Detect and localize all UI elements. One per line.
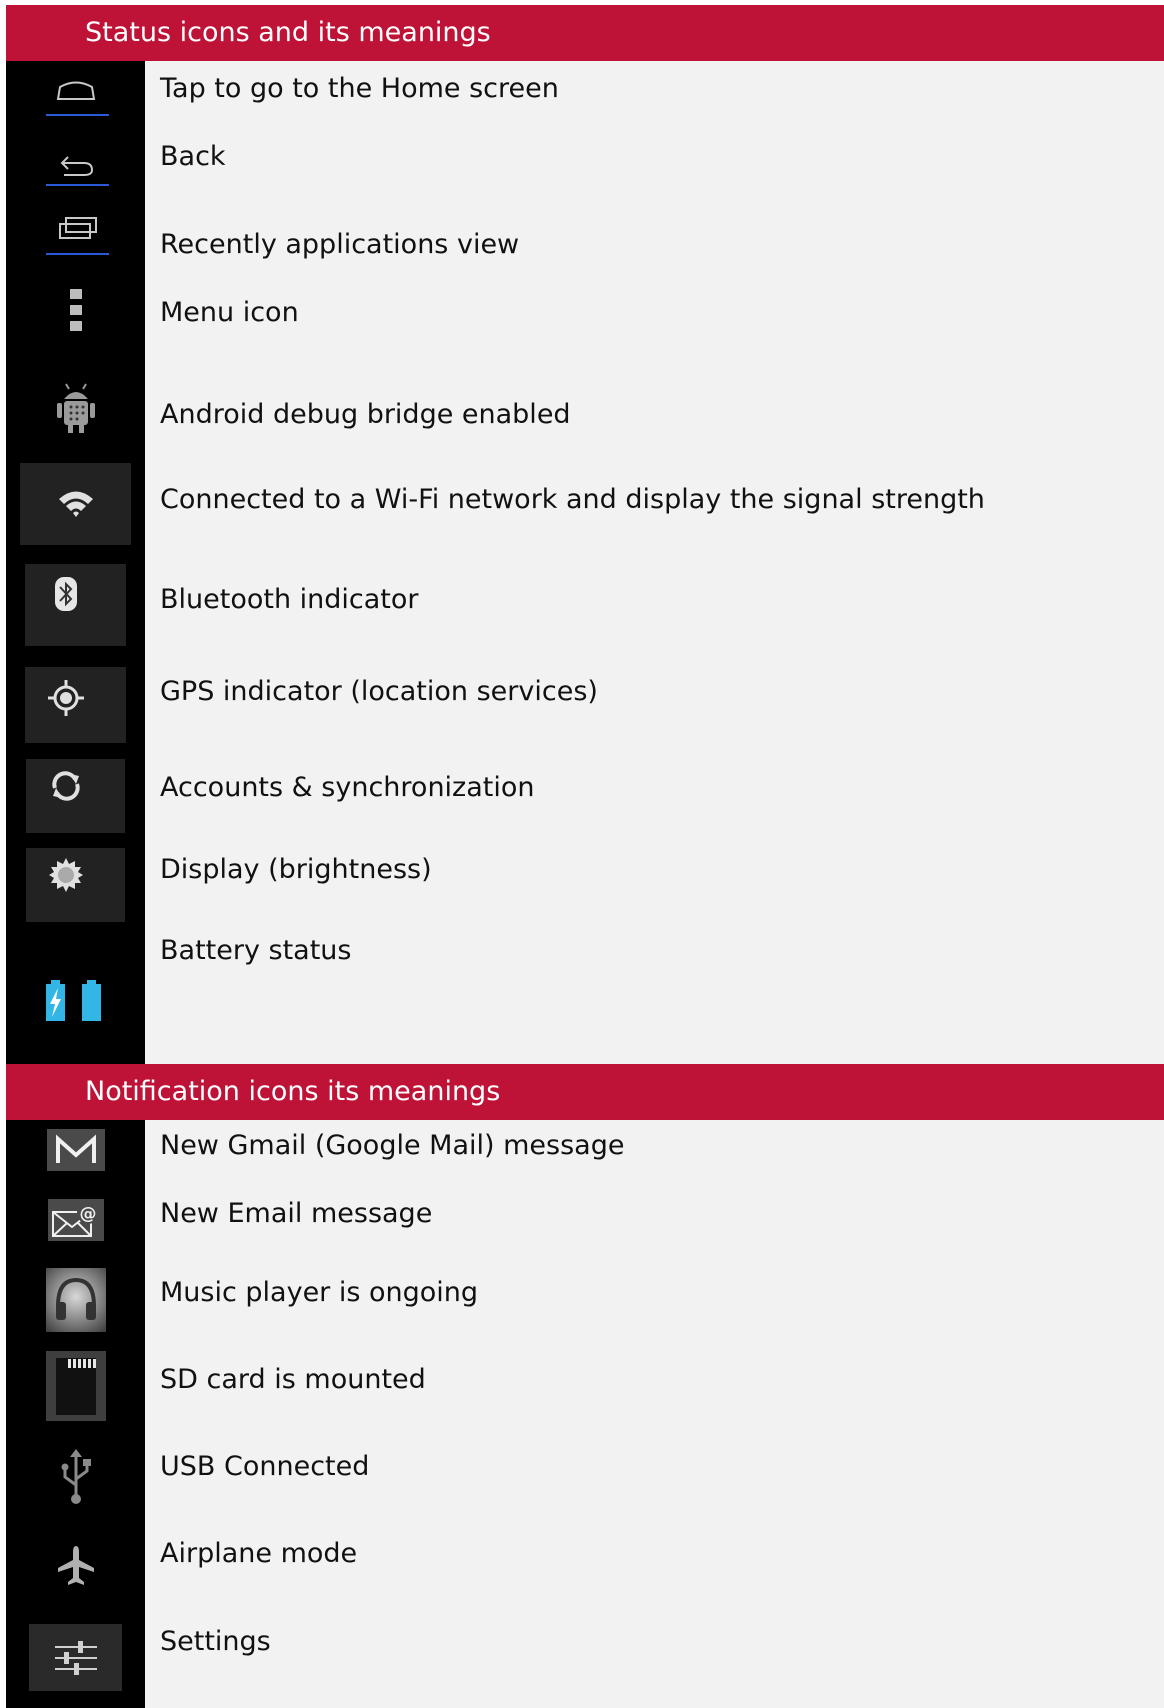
document-page: Status icons and its meanings Tap to go … (6, 5, 1164, 1708)
notification-row-settings: Settings (6, 1607, 1164, 1708)
notification-row-airplane: Airplane mode (6, 1522, 1164, 1607)
notification-section-title: Notification icons its meanings (6, 1064, 1164, 1120)
status-row-battery: Battery status (6, 931, 1164, 1064)
email-icon: @ (47, 1199, 104, 1241)
gmail-icon (46, 1129, 105, 1171)
notification-label-email: New Email message (160, 1198, 433, 1229)
status-row-bluetooth: Bluetooth indicator (6, 554, 1164, 656)
svg-text:@: @ (79, 1204, 96, 1224)
notification-label-music: Music player is ongoing (160, 1277, 479, 1308)
status-row-android-debug: Android debug bridge enabled (6, 363, 1164, 454)
notification-label-usb: USB Connected (160, 1451, 370, 1482)
bluetooth-icon (54, 577, 77, 611)
notification-row-sd-card: SD card is mounted (6, 1340, 1164, 1432)
notification-row-usb: USB Connected (6, 1432, 1164, 1522)
status-label-sync: Accounts & synchronization (160, 772, 535, 803)
status-row-home: Tap to go to the Home screen (6, 61, 1164, 125)
home-icon (45, 81, 109, 116)
airplane-icon (57, 1545, 94, 1585)
gps-icon (47, 679, 84, 716)
menu-icon (69, 288, 82, 331)
status-row-sync: Accounts & synchronization (6, 753, 1164, 839)
usb-icon (61, 1449, 91, 1504)
status-label-android-debug: Android debug bridge enabled (160, 399, 571, 430)
brightness-icon (48, 858, 83, 892)
notification-label-settings: Settings (160, 1626, 271, 1657)
notification-row-email: @ New Email message (6, 1180, 1164, 1260)
sd-card-icon (45, 1351, 106, 1421)
status-row-brightness: Display (brightness) (6, 839, 1164, 931)
android-debug-icon (56, 382, 95, 433)
music-icon (45, 1268, 106, 1332)
status-row-back: Back (6, 125, 1164, 198)
status-row-gps: GPS indicator (location services) (6, 656, 1164, 753)
status-section-title: Status icons and its meanings (6, 5, 1164, 61)
status-label-brightness: Display (brightness) (160, 854, 432, 885)
status-label-gps: GPS indicator (location services) (160, 676, 598, 707)
back-icon (45, 155, 109, 186)
status-label-menu: Menu icon (160, 297, 299, 328)
status-label-battery: Battery status (160, 935, 352, 966)
status-row-wifi: Connected to a Wi-Fi network and display… (6, 454, 1164, 554)
status-row-menu: Menu icon (6, 276, 1164, 363)
status-label-wifi: Connected to a Wi-Fi network and display… (160, 484, 985, 515)
notification-label-gmail: New Gmail (Google Mail) message (160, 1130, 625, 1161)
status-label-back: Back (160, 141, 226, 172)
notification-row-gmail: New Gmail (Google Mail) message (6, 1120, 1164, 1180)
notification-label-sd-card: SD card is mounted (160, 1364, 426, 1395)
status-label-home: Tap to go to the Home screen (160, 73, 559, 104)
recent-apps-icon (45, 217, 109, 255)
status-row-recent-apps: Recently applications view (6, 198, 1164, 276)
notification-row-music: Music player is ongoing (6, 1260, 1164, 1340)
status-label-bluetooth: Bluetooth indicator (160, 584, 419, 615)
sync-icon (51, 771, 80, 801)
status-label-recent-apps: Recently applications view (160, 229, 520, 260)
wifi-icon (58, 491, 93, 517)
notification-label-airplane: Airplane mode (160, 1538, 358, 1569)
settings-icon (54, 1640, 97, 1675)
battery-icon (45, 979, 101, 1021)
